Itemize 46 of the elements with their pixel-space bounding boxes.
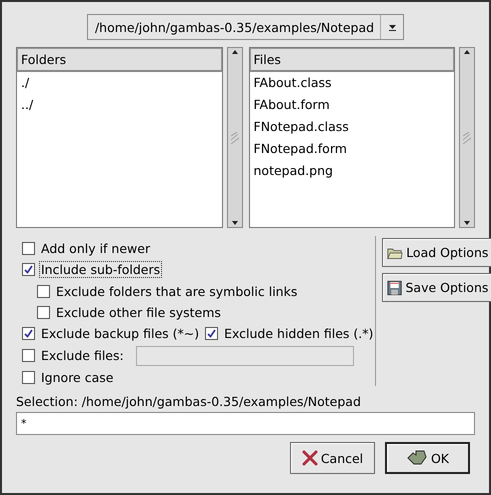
checkbox[interactable] — [22, 327, 35, 340]
file-item[interactable]: FNotepad.class — [250, 116, 454, 138]
column-header[interactable]: Files — [250, 48, 454, 72]
folder-item[interactable]: ./ — [17, 72, 222, 94]
ok-button[interactable]: OK — [385, 442, 470, 474]
scroll-grip-icon[interactable] — [463, 132, 471, 144]
checkbox[interactable] — [22, 263, 35, 276]
file-list[interactable]: Folders ./ ../ — [16, 47, 222, 228]
scrollbar[interactable] — [226, 47, 242, 228]
checkbox[interactable] — [205, 327, 218, 340]
scroll-grip-icon[interactable] — [230, 132, 238, 144]
folder-item[interactable]: ../ — [17, 94, 222, 116]
checkbox-label[interactable]: Exclude backup files (*~) — [39, 325, 202, 342]
scrollbar[interactable] — [459, 47, 475, 228]
cancel-x-icon — [302, 450, 318, 466]
checkbox[interactable] — [22, 370, 35, 384]
checkbox[interactable] — [37, 284, 50, 298]
exclude-files-field[interactable] — [136, 346, 354, 366]
path-combo[interactable]: /home/john/gambas-0.35/examples/Notepad — [86, 14, 404, 40]
checkbox-label[interactable]: Exclude files: — [39, 347, 126, 364]
checkbox-label[interactable]: Add only if newer — [39, 240, 152, 258]
cancel-button[interactable]: Cancel — [290, 442, 375, 474]
checkbox-label[interactable]: Exclude folders that are symbolic links — [54, 282, 300, 300]
scroll-down-icon[interactable] — [230, 219, 238, 227]
file-list[interactable]: Files FAbout.class FAbout.form FNotepad.class FNotepad.form notepad.png — [248, 47, 455, 228]
file-item[interactable]: FAbout.class — [250, 72, 454, 94]
checkbox-label[interactable]: Ignore case — [39, 368, 116, 386]
checkbox[interactable] — [22, 349, 35, 362]
file-item[interactable]: FNotepad.form — [250, 138, 454, 160]
selection-label: Selection: /home/john/gambas-0.35/examples/Notepad — [16, 394, 362, 409]
selection-field[interactable]: * — [16, 412, 475, 435]
file-item[interactable]: notepad.png — [250, 160, 454, 182]
checkbox[interactable] — [37, 306, 50, 320]
column-header[interactable]: Folders — [17, 48, 222, 72]
checkbox-label[interactable]: Include sub-folders — [39, 261, 162, 278]
dropdown-arrow-icon[interactable] — [388, 22, 397, 32]
checkbox-label[interactable]: Exclude hidden files (.*) — [222, 325, 376, 342]
hand-icon — [406, 449, 428, 467]
save-options-button[interactable]: Save Options — [382, 273, 491, 302]
load-options-button[interactable]: Load Options — [382, 238, 491, 267]
scroll-down-icon[interactable] — [463, 219, 471, 227]
scroll-up-icon[interactable] — [463, 48, 471, 56]
scroll-up-icon[interactable] — [230, 48, 238, 56]
checkbox[interactable] — [22, 242, 35, 256]
checkbox-label[interactable]: Exclude other file systems — [54, 304, 223, 322]
file-item[interactable]: FAbout.form — [250, 94, 454, 116]
